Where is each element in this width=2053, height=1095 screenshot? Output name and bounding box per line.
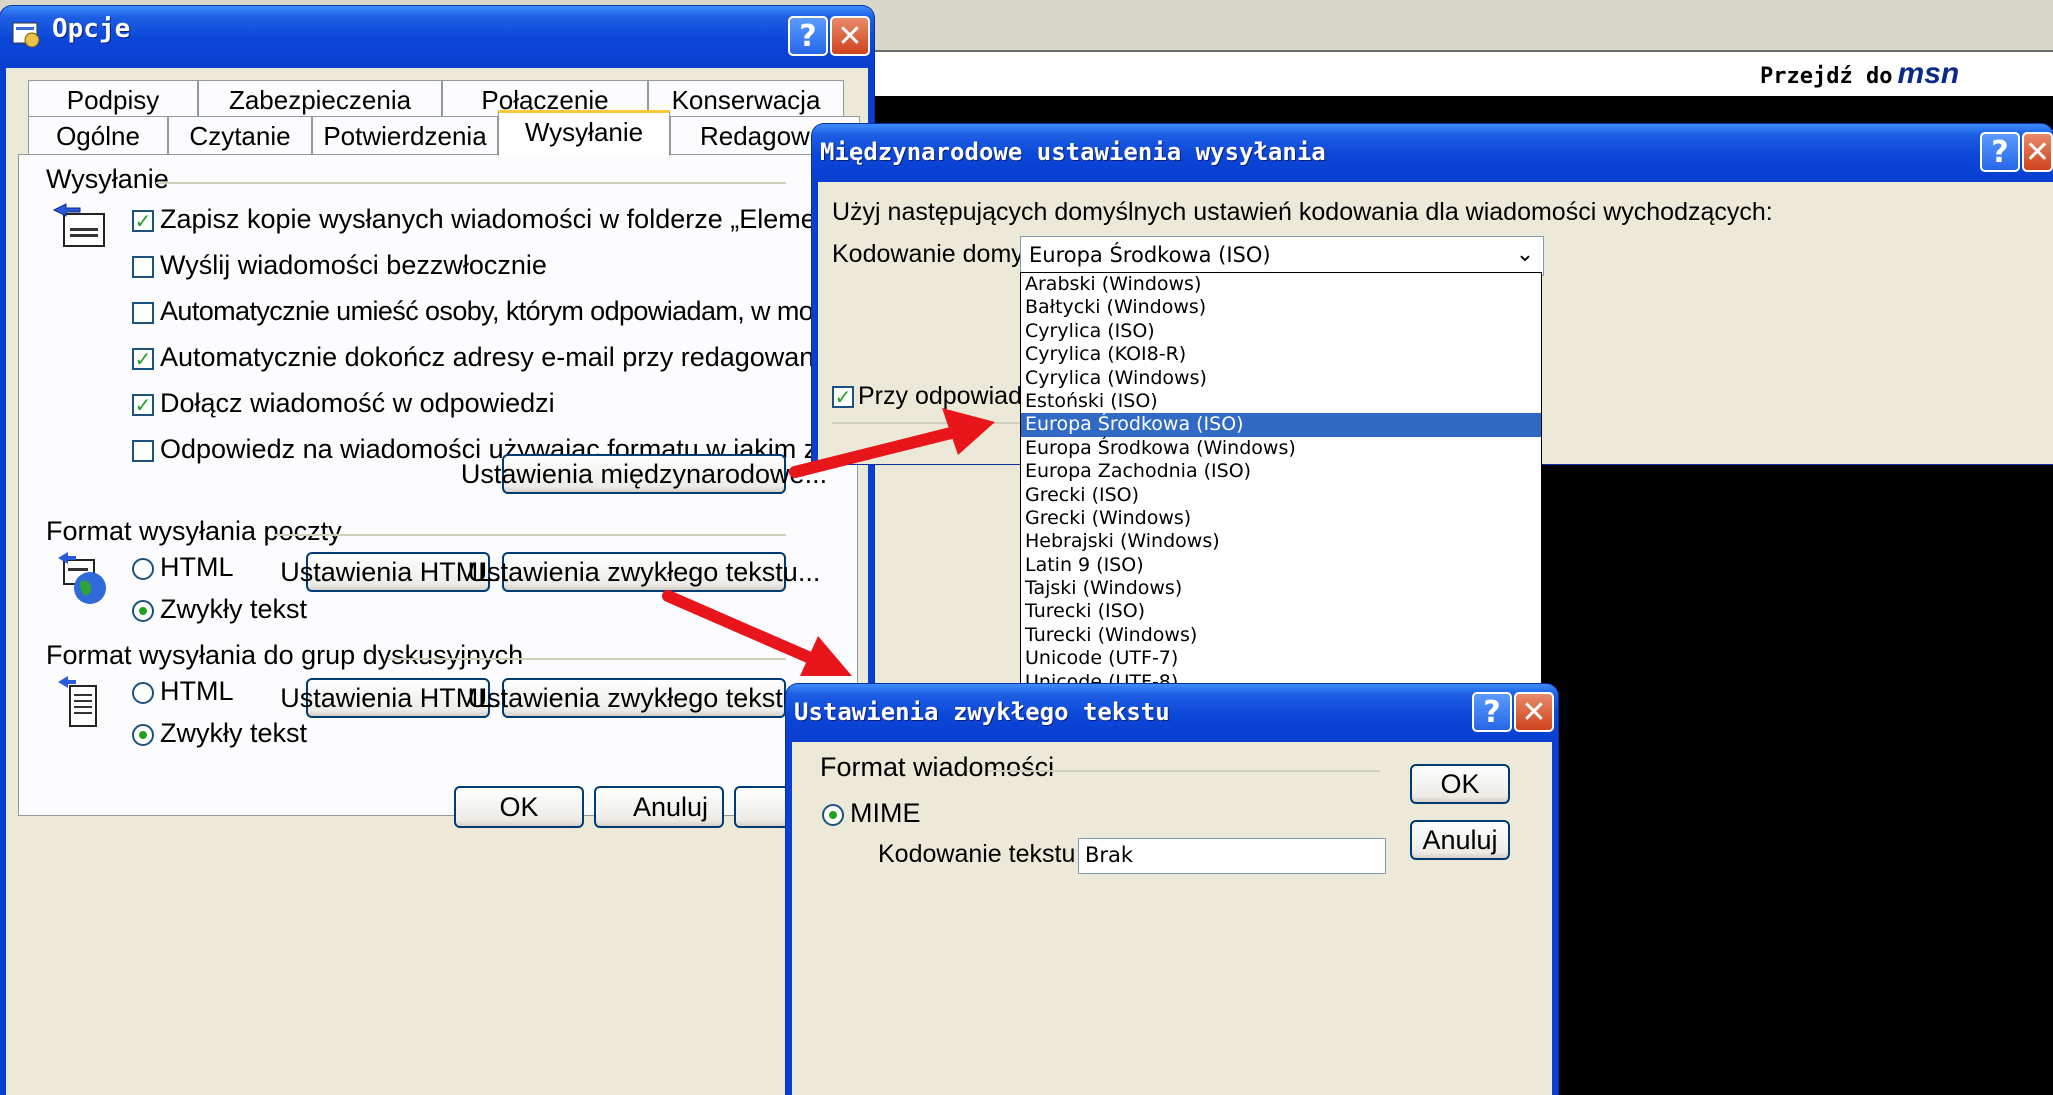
arrow-to-encoding-list (789, 408, 995, 478)
annotation-arrows (662, 408, 995, 676)
arrow-to-plain-dialog (662, 590, 852, 676)
tab-wysylanie[interactable]: Wysyłanie (498, 110, 670, 156)
